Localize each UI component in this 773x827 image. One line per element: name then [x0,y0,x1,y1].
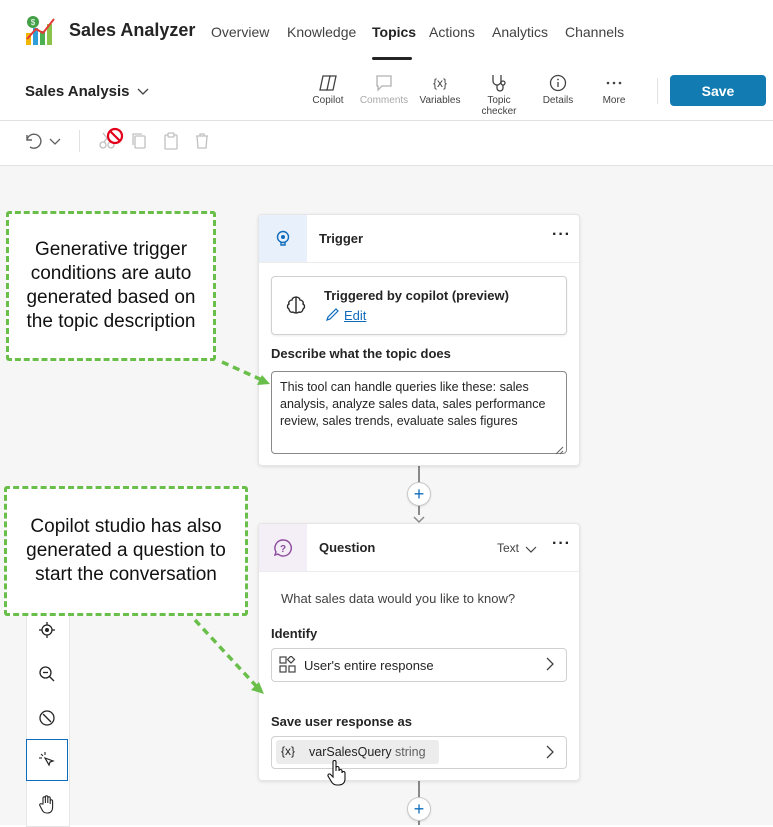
callout-arrows [193,360,270,694]
